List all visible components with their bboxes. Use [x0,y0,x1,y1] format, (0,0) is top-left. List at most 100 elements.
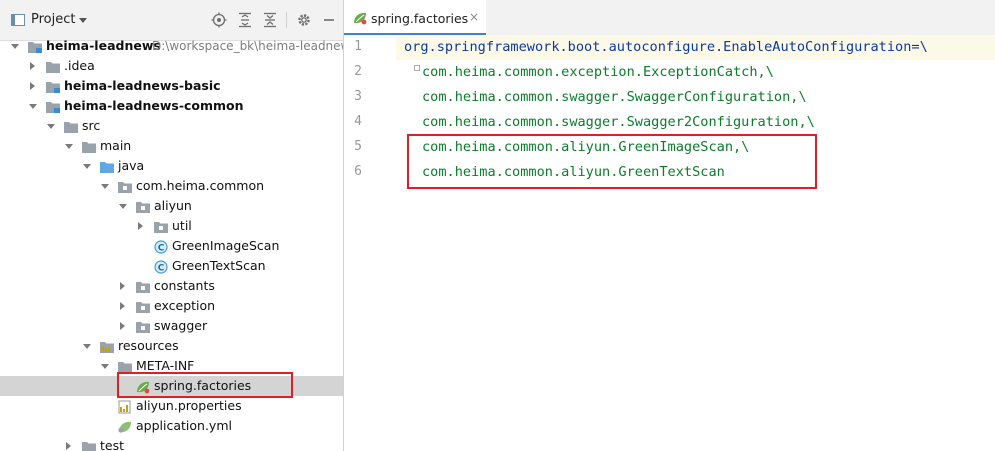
tree-item-label: swagger [154,318,208,333]
tree-item-label: GreenImageScan [172,238,280,253]
tree-item-label: test [100,438,125,451]
tree-item-heima-leadnews-common[interactable]: heima-leadnews-common [0,96,343,116]
tree-item-label: resources [118,338,179,353]
folder-icon [117,359,133,373]
line-number: 4 [354,114,362,129]
tree-item-resources[interactable]: resources [0,336,343,356]
tree-item-path: D:\workspace_bk\heima-leadnew [152,39,343,53]
gear-icon[interactable] [296,12,312,28]
tree-item-swagger[interactable]: swagger [0,316,343,336]
line-number: 3 [354,89,362,104]
class-icon: C [153,239,169,254]
chevron-right-icon[interactable] [120,322,125,330]
tree-item-label: application.yml [136,418,232,433]
package-icon [135,299,151,313]
svg-text:C: C [158,264,165,274]
expand-all-icon[interactable] [237,12,253,28]
chevron-down-icon[interactable] [101,184,109,189]
package-icon [153,219,169,233]
editor-tab-bar: spring.factories × [344,0,995,37]
tree-item-aliyun[interactable]: aliyun [0,196,343,216]
tree-item-util[interactable]: util [0,216,343,236]
tree-item-heima-leadnews-basic[interactable]: heima-leadnews-basic [0,76,343,96]
tree-item-label: main [100,138,132,153]
tree-item-label: constants [154,278,215,293]
hide-icon[interactable] [321,12,337,28]
tree-item-label: com.heima.common [136,178,265,193]
tree-item-label: util [172,218,192,233]
chevron-down-icon[interactable] [29,104,37,109]
code-line: com.heima.common.swagger.Swagger2Configu… [422,114,815,130]
line-number-gutter: 1 2 3 4 5 6 [344,37,396,451]
tree-item-com-heima-common[interactable]: com.heima.common [0,176,343,196]
folder-icon [45,59,61,73]
module-folder-icon [27,39,43,53]
chevron-right-icon[interactable] [120,302,125,310]
tree-item-constants[interactable]: constants [0,276,343,296]
tree-item-label: aliyun.properties [136,398,242,413]
chevron-right-icon[interactable] [30,62,35,70]
line-number: 5 [354,139,362,154]
chevron-right-icon[interactable] [138,222,143,230]
code-line: org.springframework.boot.autoconfigure.E… [404,39,928,55]
package-icon [135,199,151,213]
tab-spring-factories[interactable]: spring.factories × [344,0,486,36]
module-folder-icon [45,79,61,93]
tree-item-heima-leadnews[interactable]: heima-leadnews D:\workspace_bk\heima-lead… [0,36,343,56]
chevron-down-icon[interactable] [47,124,55,129]
tree-item-application-yml[interactable]: application.yml [0,416,343,436]
line-number: 6 [354,164,362,179]
tree-item-idea[interactable]: .idea [0,56,343,76]
tree-item-label: src [82,118,101,133]
tree-item-label: heima-leadnews-common [64,98,244,113]
source-folder-icon [99,159,115,173]
line-number: 2 [354,64,362,79]
properties-icon [117,399,133,414]
chevron-down-icon[interactable] [101,364,109,369]
package-icon [135,319,151,333]
locate-icon[interactable] [211,12,227,28]
tree-item-greentextscan[interactable]: C GreenTextScan [0,256,343,276]
code-line: com.heima.common.exception.ExceptionCatc… [422,64,774,80]
code-line: com.heima.common.swagger.SwaggerConfigur… [422,89,807,105]
chevron-right-icon[interactable] [120,282,125,290]
tree-item-java[interactable]: java [0,156,343,176]
fold-marker-icon[interactable] [414,65,420,71]
tree-item-label: heima-leadnews-basic [64,78,221,93]
tree-item-greenimagescan[interactable]: C GreenImageScan [0,236,343,256]
class-icon: C [153,259,169,274]
chevron-down-icon[interactable] [83,164,91,169]
chevron-right-icon[interactable] [66,442,71,450]
folder-icon [81,439,97,451]
chevron-down-icon[interactable] [79,18,87,23]
highlight-box [117,372,293,398]
highlight-box [407,134,817,189]
tab-label: spring.factories [371,11,469,26]
tree-item-label: exception [154,298,216,313]
chevron-down-icon[interactable] [65,144,73,149]
chevron-down-icon[interactable] [119,204,127,209]
package-icon [135,279,151,293]
project-panel-header: Project [0,0,343,41]
folder-icon [81,139,97,153]
svg-text:C: C [158,244,165,254]
collapse-all-icon[interactable] [262,12,278,28]
tree-item-label: .idea [64,58,95,73]
tree-item-test[interactable]: test [0,436,343,451]
close-icon[interactable]: × [469,10,479,24]
tree-item-label: java [118,158,145,173]
tree-item-label: heima-leadnews [46,38,161,53]
tree-item-src[interactable]: src [0,116,343,136]
chevron-right-icon[interactable] [30,82,35,90]
code-editor[interactable]: org.springframework.boot.autoconfigure.E… [396,37,995,451]
chevron-down-icon[interactable] [11,44,19,49]
tree-item-exception[interactable]: exception [0,296,343,316]
tree-item-aliyun-properties[interactable]: aliyun.properties [0,396,343,416]
module-folder-icon [45,99,61,113]
line-number: 1 [354,39,362,54]
chevron-down-icon[interactable] [83,344,91,349]
project-panel-title[interactable]: Project [31,12,75,27]
project-panel: Project heima-leadnews D:\workspace_bk\h… [0,0,343,451]
tree-item-main[interactable]: main [0,136,343,156]
folder-icon [63,119,79,133]
